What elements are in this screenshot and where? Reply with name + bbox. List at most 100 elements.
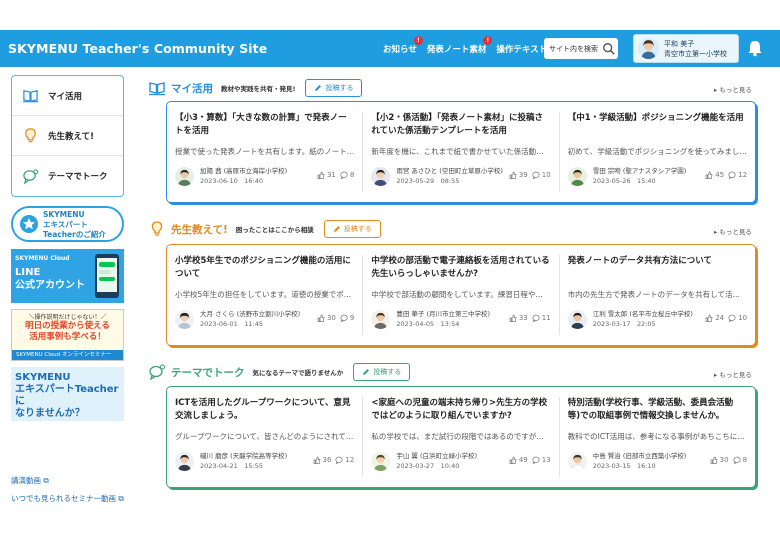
like-count: 31: [326, 171, 336, 179]
post-card[interactable]: 【小3・算数】「大きな数の計算」で発表ノートを活用 授業で使った発表ノートを共有…: [167, 102, 362, 202]
nav-note-material[interactable]: 発表ノート素材!: [427, 35, 493, 55]
avatar: [567, 451, 587, 471]
comment-count: 10: [541, 171, 551, 179]
become-expert-banner[interactable]: SKYMENU エキスパートTeacherに なりませんか？: [11, 367, 124, 421]
post-date: 2023-03-15 16:10: [592, 462, 656, 470]
section-ask-teacher-panel: 小学校5年生でのポジショニング機能の活用について 小学校5年生の担任をしています…: [166, 244, 756, 346]
post-card[interactable]: <家庭への児童の端末持ち帰り>先生方の学校ではどのように取り組んでいますか? 私…: [363, 387, 558, 487]
post-card[interactable]: 特別活動(学校行事、学級活動、委員会活動 等)での取組事例で情報交換しませんか。…: [560, 387, 755, 487]
more-link[interactable]: ▸ もっと見る: [714, 84, 752, 94]
section-my-use-panel: 【小3・算数】「大きな数の計算」で発表ノートを活用 授業で使った発表ノートを共有…: [166, 101, 756, 203]
comment-count: 11: [541, 314, 551, 322]
like-count: 33: [518, 314, 528, 322]
user-profile[interactable]: 平和 美子 青空市立第一小学校: [633, 34, 739, 63]
thumbs-up-icon: [509, 314, 517, 322]
book-icon: [149, 82, 165, 96]
section-desc: 気になるテーマで語りませんか: [252, 369, 344, 377]
avatar: [175, 309, 194, 329]
external-link-icon: ⧉: [43, 476, 49, 485]
avatar: [175, 451, 194, 471]
post-card[interactable]: 【中1・学級活動】ポジショニング機能を活用 初めて、学級活動でポジショニングを使…: [560, 102, 755, 202]
post-date: 2023-05-29 08:55: [396, 177, 460, 185]
like-count: 39: [518, 171, 528, 179]
site-header: SKYMENU Teacher's Community Site お知らせ! 発…: [0, 30, 780, 67]
nav-news[interactable]: お知らせ!: [383, 35, 423, 55]
thumbs-up-icon: [509, 456, 517, 464]
section-title: マイ活用: [171, 82, 213, 95]
pencil-icon: [315, 85, 322, 91]
author-name[interactable]: 中島 賢治 (旧部市立西築小学校): [593, 451, 703, 461]
pencil-icon: [333, 226, 340, 232]
phone-icon: [95, 254, 119, 298]
comment-icon: [335, 456, 343, 464]
comment-count: 12: [738, 171, 748, 179]
expert-teacher-banner[interactable]: SKYMENU エキスパート Teacherのご紹介: [11, 206, 124, 242]
post-button[interactable]: 投稿する: [353, 363, 411, 381]
bell-icon[interactable]: [746, 39, 764, 57]
post-date: 2023-03-17 22:05: [592, 320, 656, 328]
sidebar-item-ask-teacher[interactable]: 先生教えて!: [12, 116, 123, 156]
search-box: [544, 38, 618, 59]
thumbs-up-icon: [710, 456, 718, 464]
post-card[interactable]: ICTを活用したグループワークについて、意見交流しましょう。 グループワークにつ…: [167, 387, 362, 487]
thumbs-up-icon: [317, 314, 325, 322]
post-card[interactable]: 発表ノートのデータ共有方法について 市内の先生方で発表ノートのデータを共有して活…: [560, 245, 755, 345]
comment-count: 13: [541, 456, 551, 464]
notification-badge: !: [413, 35, 423, 45]
author-name[interactable]: 江利 雪太郎 (名平市立桜丘中学校): [593, 309, 703, 319]
post-date: 2023-04-05 13:54: [396, 320, 460, 328]
comment-icon: [728, 314, 736, 322]
site-title[interactable]: SKYMENU Teacher's Community Site: [8, 41, 267, 56]
pencil-icon: [363, 369, 370, 375]
author-name[interactable]: 雨宮 あさひと (空田町立草原小学校): [396, 166, 506, 176]
notification-badge: !: [483, 35, 493, 45]
author-name[interactable]: 加陽 茜 (高原市立海岸小学校): [200, 166, 310, 176]
post-date: 2023-03-27 10:40: [396, 462, 460, 470]
author-name[interactable]: 雪田 宗吻 (聖アナスタシア学園): [593, 166, 703, 176]
line-account-banner[interactable]: SKYMENU Cloud LINE 公式アカウント: [11, 249, 124, 303]
comment-count: 8: [349, 171, 355, 179]
post-card[interactable]: 中学校の部活動で電子連絡板を活用されている先生いらっしゃいませんか? 中学校で部…: [363, 245, 558, 345]
post-card[interactable]: 【小2・係活動】「発表ノート素材」に投稿されていた係活動テンプレートを活用 新年…: [363, 102, 558, 202]
section-theme-talk-panel: ICTを活用したグループワークについて、意見交流しましょう。 グループワークにつ…: [166, 386, 756, 488]
author-name[interactable]: 豊田 華子 (月川市立第三中学校): [396, 309, 506, 319]
thumbs-up-icon: [705, 171, 713, 179]
author-name[interactable]: 大月 さくら (渋野市立劉川小学校): [200, 309, 310, 319]
thumbs-up-icon: [509, 171, 517, 179]
author-name[interactable]: 宇山 翼 (白浜町立緑小学校): [396, 451, 506, 461]
like-count: 45: [715, 171, 725, 179]
thumbs-up-icon: [705, 314, 713, 322]
like-count: 49: [518, 456, 528, 464]
comment-icon: [532, 314, 540, 322]
section-ask-teacher-header: 先生教えて! 困ったことはここから相談 投稿する: [148, 220, 381, 238]
comment-icon: [733, 456, 741, 464]
seminar-video-link[interactable]: いつでも見られるセミナー動画 ⧉: [11, 493, 124, 504]
comment-icon: [728, 171, 736, 179]
sidebar-menu: マイ活用 先生教えて! テーマでトーク: [11, 75, 124, 197]
avatar: [371, 166, 391, 186]
external-link-icon: ⧉: [118, 494, 124, 503]
more-link[interactable]: ▸ もっと見る: [714, 226, 752, 236]
author-name[interactable]: 磯川 磨彦 (天龍学院高等学校): [200, 451, 310, 461]
post-date: 2023-06-10 16:40: [200, 177, 264, 185]
online-seminar-banner[interactable]: ＼操作説明だけじゃない！／ 明日の授業から使える 活用事例も学べる！ SKYME…: [11, 309, 124, 361]
nav-manual[interactable]: 操作テキスト: [496, 43, 547, 55]
search-icon[interactable]: [602, 42, 616, 56]
post-button[interactable]: 投稿する: [323, 220, 381, 238]
more-link[interactable]: ▸ もっと見る: [714, 369, 752, 379]
sidebar-item-my-use[interactable]: マイ活用: [12, 76, 123, 116]
comment-count: 9: [349, 314, 355, 322]
comment-icon: [532, 171, 540, 179]
section-desc: 教材や実践を共有・発見!: [221, 85, 296, 93]
comment-icon: [340, 314, 348, 322]
lecture-video-link[interactable]: 講演動画 ⧉: [11, 475, 49, 486]
post-button[interactable]: 投稿する: [305, 79, 363, 97]
thumbs-up-icon: [317, 171, 325, 179]
post-card[interactable]: 小学校5年生でのポジショニング機能の活用について 小学校5年生の担任をしています…: [167, 245, 362, 345]
search-input[interactable]: [544, 44, 602, 53]
sidebar-item-theme-talk[interactable]: テーマでトーク: [12, 156, 123, 196]
chat-icon: [23, 168, 39, 185]
post-date: 2023-05-26 15:40: [592, 177, 656, 185]
user-name: 平和 美子: [664, 39, 695, 48]
avatar: [371, 451, 391, 471]
